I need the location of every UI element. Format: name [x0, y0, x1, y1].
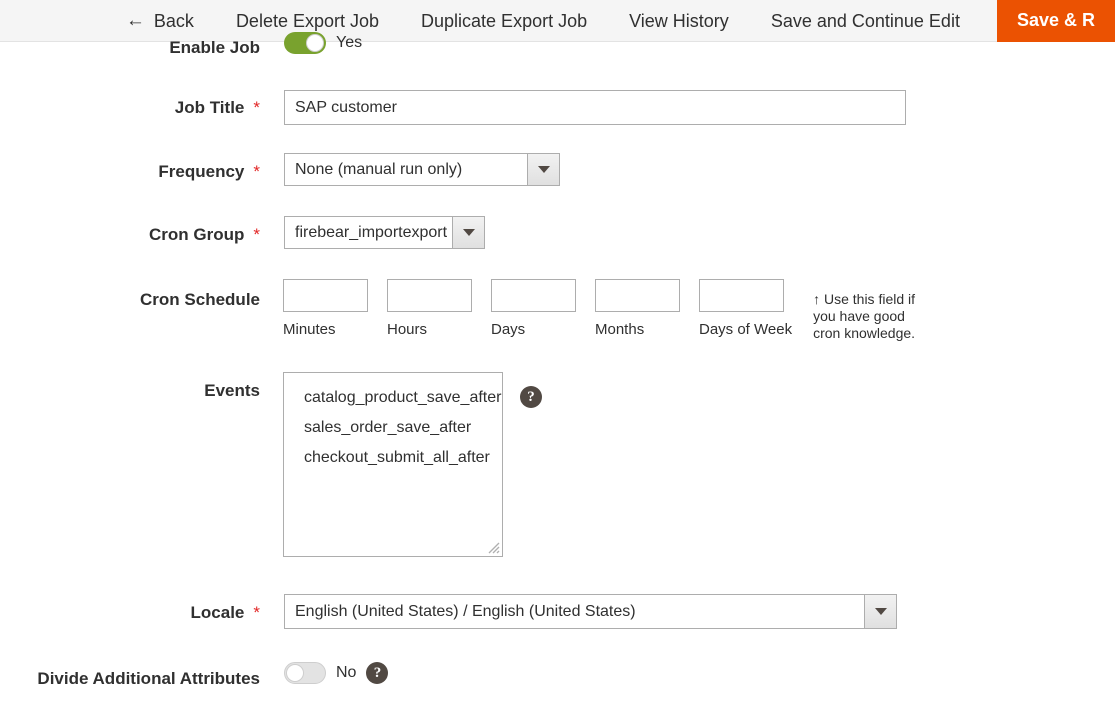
cron-months-input[interactable]: [595, 279, 680, 312]
locale-select-value: English (United States) / English (Unite…: [284, 594, 864, 629]
cron-field-months: Months: [595, 279, 680, 338]
enable-job-toggle-state: Yes: [336, 34, 363, 51]
back-button[interactable]: ← Back: [126, 0, 194, 42]
frequency-select[interactable]: None (manual run only): [284, 153, 560, 186]
divide-additional-attributes-label-col: Divide Additional Attributes: [0, 670, 260, 687]
locale-select-dropdown-button[interactable]: [864, 594, 897, 629]
chevron-down-icon: [462, 229, 475, 236]
cron-group-label-col: Cron Group *: [0, 226, 260, 243]
cron-field-hours: Hours: [387, 279, 472, 338]
cron-days-of-week-input[interactable]: [699, 279, 784, 312]
job-title-label-col: Job Title *: [0, 99, 260, 116]
cron-days-label: Days: [491, 321, 526, 338]
divide-additional-attributes-control: No ?: [284, 662, 389, 684]
cron-hours-input[interactable]: [387, 279, 472, 312]
arrow-left-icon: ←: [125, 10, 145, 31]
resize-handle-icon[interactable]: [487, 541, 500, 554]
duplicate-export-job-button[interactable]: Duplicate Export Job: [421, 0, 587, 42]
view-history-button[interactable]: View History: [629, 0, 729, 42]
cron-schedule-fields: Minutes Hours Days Months Days of Week ↑…: [283, 279, 923, 342]
cron-minutes-input[interactable]: [283, 279, 368, 312]
locale-select[interactable]: English (United States) / English (Unite…: [284, 594, 897, 629]
frequency-label: Frequency: [158, 162, 245, 181]
chevron-down-icon: [537, 166, 550, 173]
events-label: Events: [204, 381, 260, 400]
events-option[interactable]: sales_order_save_after: [284, 413, 502, 443]
events-option[interactable]: checkout_submit_all_after: [284, 443, 502, 473]
save-and-run-button[interactable]: Save & R: [996, 0, 1115, 42]
job-title-required-asterisk: *: [253, 98, 260, 117]
back-button-label: Back: [153, 10, 194, 31]
cron-months-label: Months: [595, 321, 645, 338]
enable-job-toggle[interactable]: [284, 32, 326, 54]
frequency-required-asterisk: *: [253, 162, 260, 181]
divide-additional-attributes-toggle-knob: [286, 664, 304, 682]
cron-hours-label: Hours: [387, 321, 428, 338]
cron-schedule-label: Cron Schedule: [140, 290, 260, 309]
cron-schedule-hint: ↑ Use this field if you have good cron k…: [813, 291, 916, 341]
events-option[interactable]: catalog_product_save_after: [284, 383, 502, 413]
frequency-select-dropdown-button[interactable]: [527, 153, 560, 186]
locale-label: Locale: [190, 603, 245, 622]
cron-field-days-of-week: Days of Week: [699, 279, 792, 338]
locale-label-col: Locale *: [0, 604, 260, 621]
events-label-col: Events: [0, 382, 260, 399]
frequency-label-col: Frequency *: [0, 163, 260, 180]
cron-group-select-value: firebear_importexport: [284, 216, 452, 249]
cron-group-required-asterisk: *: [253, 225, 260, 244]
save-and-continue-edit-button[interactable]: Save and Continue Edit: [771, 0, 960, 42]
cron-minutes-label: Minutes: [283, 321, 336, 338]
enable-job-control: Yes: [284, 32, 372, 54]
cron-days-of-week-label: Days of Week: [699, 321, 793, 338]
export-job-edit-page: ← Back Delete Export Job Duplicate Expor…: [0, 0, 1115, 701]
cron-group-select[interactable]: firebear_importexport: [284, 216, 485, 249]
cron-group-select-dropdown-button[interactable]: [452, 216, 485, 249]
enable-job-toggle-knob: [306, 34, 324, 52]
divide-additional-attributes-label: Divide Additional Attributes: [37, 669, 260, 688]
events-control: catalog_product_save_after sales_order_s…: [283, 372, 542, 557]
page-actions-toolbar: ← Back Delete Export Job Duplicate Expor…: [0, 0, 1115, 42]
frequency-select-value: None (manual run only): [284, 153, 527, 186]
cron-field-minutes: Minutes: [283, 279, 368, 338]
events-listbox[interactable]: catalog_product_save_after sales_order_s…: [283, 372, 503, 557]
divide-additional-attributes-toggle[interactable]: [284, 662, 326, 684]
locale-required-asterisk: *: [253, 603, 260, 622]
events-help-icon[interactable]: ?: [520, 386, 542, 408]
divide-additional-attributes-toggle-state: No: [336, 664, 357, 681]
cron-group-label: Cron Group: [148, 225, 245, 244]
job-title-input[interactable]: [284, 90, 906, 125]
chevron-down-icon: [874, 608, 887, 615]
cron-field-days: Days: [491, 279, 576, 338]
divide-additional-attributes-help-icon[interactable]: ?: [366, 662, 389, 684]
job-title-label: Job Title: [174, 98, 245, 117]
cron-days-input[interactable]: [491, 279, 576, 312]
enable-job-label-col: Enable Job: [0, 39, 260, 56]
enable-job-label: Enable Job: [169, 38, 260, 57]
cron-schedule-label-col: Cron Schedule: [0, 291, 260, 308]
